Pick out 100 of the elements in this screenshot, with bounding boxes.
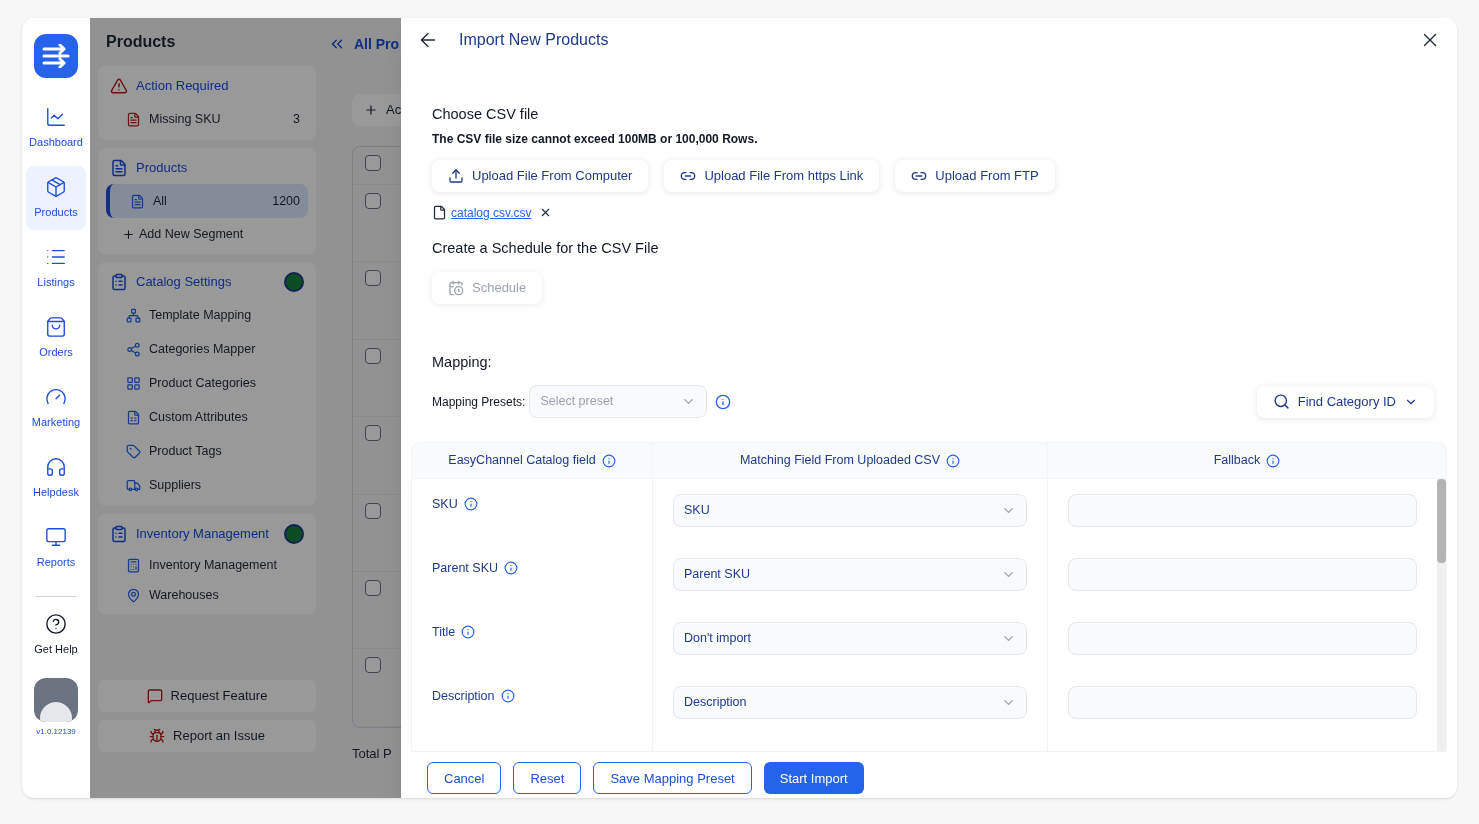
info-icon[interactable] [1266,453,1281,468]
presets-label: Mapping Presets: [432,393,526,411]
group-header[interactable]: Products [106,152,308,184]
info-icon[interactable] [461,625,476,640]
field-label: SKU [432,496,458,514]
checkbox[interactable] [365,657,381,674]
panel-title: Products [105,32,177,52]
plus-icon [122,227,135,241]
help-icon [45,613,67,635]
spreadsheet-icon [126,409,141,425]
footer-button[interactable]: Save Mapping Preset [593,762,752,795]
match-select[interactable]: Description [673,686,1027,720]
footer-button[interactable]: Start Import [763,762,864,795]
footer-button[interactable]: Reset [513,762,582,795]
logo-icon[interactable] [34,34,78,78]
calculator-icon [126,557,141,573]
group-header[interactable]: Action Required [106,70,308,102]
checkbox[interactable] [365,192,381,209]
file-icon [432,205,447,221]
scrollbar-thumb[interactable] [1437,479,1446,564]
checkbox[interactable] [365,270,381,287]
total-text: Total P [352,745,393,763]
file-link[interactable]: catalog csv.csv [451,203,532,222]
match-select[interactable]: Parent SKU [673,558,1027,592]
upload-button[interactable]: Upload File From https Link [664,159,880,192]
nav-item[interactable]: Reports [26,516,86,580]
panel-item[interactable]: Suppliers [106,468,308,502]
match-select[interactable]: SKU [673,494,1027,528]
panel-item[interactable]: Product Tags [106,434,308,468]
info-icon[interactable] [946,453,961,468]
pin-icon [126,587,141,603]
bug-icon [149,728,166,744]
modal-title: Import New Products [459,30,609,50]
upload-button[interactable]: Upload From FTP [895,159,1055,192]
upload-button[interactable]: Upload File From Computer [432,159,649,192]
help-button[interactable]: Get Help [34,613,78,658]
find-category-button[interactable]: Find Category ID [1256,385,1434,418]
box-icon [45,175,67,198]
checkbox[interactable] [365,580,381,597]
add-button[interactable]: Ac [352,94,401,126]
column-header: EasyChannel Catalog field [412,443,652,479]
grid-icon [126,375,141,391]
field-label: Parent SKU [432,560,498,578]
checkbox[interactable] [365,425,381,442]
document-icon [130,193,145,209]
bag-icon [45,315,67,338]
nav-item[interactable]: Listings [26,236,86,300]
upload-icon [448,167,464,184]
tag-icon [126,443,141,459]
group-header[interactable]: Catalog Settings [106,266,308,298]
nav-item[interactable]: Orders [26,306,86,370]
info-icon[interactable] [504,561,518,576]
checkbox[interactable] [365,155,381,171]
page-title: All Pro [354,34,400,54]
nav-item[interactable]: Dashboard [26,96,86,160]
panel-item[interactable]: All 1200 [106,184,308,218]
monitor-icon [45,525,67,548]
panel-item[interactable]: Missing SKU 3 [106,102,308,136]
fallback-field[interactable] [1068,494,1417,528]
chat-icon [146,688,163,704]
schedule-icon [448,279,464,296]
badge-icon [284,272,304,292]
panel-item[interactable]: Template Mapping [106,298,308,332]
fallback-field[interactable] [1068,558,1417,592]
nav-item[interactable]: Marketing [26,376,86,440]
panel-item[interactable]: Warehouses [106,580,308,610]
panel-footer-button[interactable]: Report an Issue [98,720,316,752]
size-note: The CSV file size cannot exceed 100MB or 100,000 Rows. [432,130,759,148]
panel-item[interactable]: Custom Attributes [106,400,308,434]
info-icon[interactable] [500,689,515,704]
avatar[interactable] [34,677,78,722]
fallback-field[interactable] [1068,622,1417,656]
search-icon [1272,393,1290,411]
badge-icon [284,524,304,544]
version-text: v1.0.12139 [36,725,76,738]
panel-footer-button[interactable]: Request Feature [98,680,316,712]
panel-item[interactable]: Inventory Management [106,550,308,580]
panel-item[interactable]: Categories Mapper [106,332,308,366]
nav-item[interactable]: Products [26,166,86,230]
column-header: Fallback [1047,443,1446,479]
info-icon[interactable] [601,453,616,468]
column-header: Matching Field From Uploaded CSV [652,443,1047,479]
nav-item[interactable]: Helpdesk [26,446,86,510]
chart-icon [45,105,67,128]
add-segment-link[interactable]: Add New Segment [106,218,308,250]
section-heading: Create a Schedule for the CSV File [432,238,660,258]
match-select[interactable]: Don't import [673,622,1027,656]
field-label: Description [432,688,495,706]
panel-item[interactable]: Product Categories [106,366,308,400]
group-header[interactable]: Inventory Management [106,518,308,550]
info-icon[interactable] [715,393,732,410]
footer-button[interactable]: Cancel [427,762,502,795]
section-heading: Choose CSV file [432,105,540,124]
checkbox[interactable] [365,502,381,519]
plus-icon [364,103,378,117]
headset-icon [45,455,67,478]
section-heading: Mapping: [432,352,493,372]
fallback-field[interactable] [1068,686,1417,720]
info-icon[interactable] [463,497,478,512]
checkbox[interactable] [365,347,381,364]
